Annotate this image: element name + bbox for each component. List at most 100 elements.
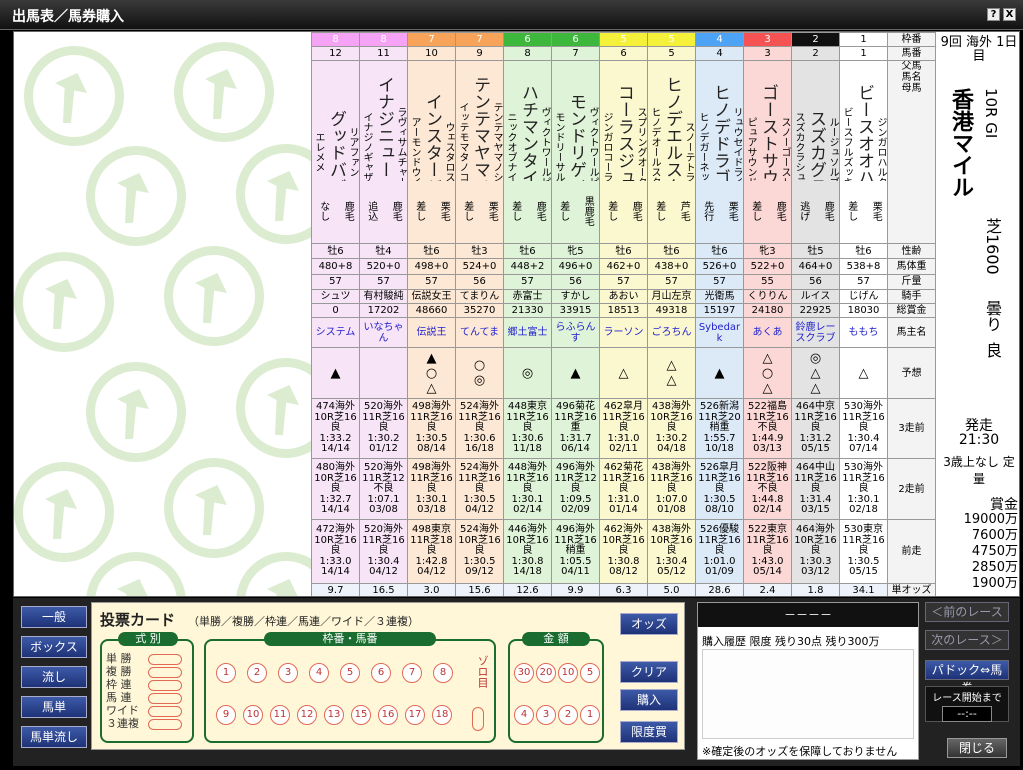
prediction-marks: ○ ◎: [473, 358, 486, 389]
number-header: 枠番・馬番: [264, 632, 436, 646]
bet-type-toggle[interactable]: [148, 654, 182, 665]
jockey-cell: シュツ: [311, 288, 360, 304]
close-button[interactable]: 閉じる: [947, 738, 1007, 758]
prev-race-button[interactable]: ＜前のレース: [925, 602, 1009, 622]
horse-number-button[interactable]: 10: [243, 705, 263, 725]
horse-number-button[interactable]: 8: [433, 663, 453, 683]
bet-mode-button-3[interactable]: 流し: [21, 666, 87, 688]
money-cell: 22925: [791, 302, 840, 318]
horse-number-button[interactable]: 17: [405, 705, 425, 725]
horse-number-button[interactable]: 13: [324, 705, 344, 725]
bet-type-toggle[interactable]: [148, 667, 182, 678]
running-style: 逃げ: [797, 201, 809, 222]
amount-button[interactable]: 1: [580, 705, 600, 725]
horse-number-button[interactable]: 11: [270, 705, 290, 725]
money-cell: 24180: [743, 302, 792, 318]
horse-number-button[interactable]: 9: [216, 705, 236, 725]
money-cell: 35270: [455, 302, 504, 318]
owner-cell: てんてま: [455, 316, 504, 349]
kin-cell: 57: [839, 273, 888, 290]
close-window-button[interactable]: X: [1003, 8, 1016, 21]
past-race-result: 462菊花 11R芝16 良 1:31.0 01/14: [602, 462, 645, 516]
start-time: 21:30: [958, 432, 1000, 448]
bet-type-toggle[interactable]: [148, 719, 182, 730]
past-race-result: 496海外 11R芝12 良 1:09.5 02/09: [554, 462, 597, 516]
past-race-result: 498海外 11R芝16 良 1:30.1 03/18: [410, 462, 453, 516]
bet-type-toggle[interactable]: [148, 680, 182, 691]
sex-cell: 牡5: [791, 243, 840, 260]
horse-number-button[interactable]: 6: [371, 663, 391, 683]
row-header: 単オッズ: [887, 582, 936, 596]
owner-cell: 郷土富士: [503, 316, 552, 349]
sex-cell: 牝3: [743, 243, 792, 260]
horse-number-button[interactable]: 2: [247, 663, 267, 683]
sex-cell: 牡6: [599, 243, 648, 260]
past-race-cell: 522東京 11R芝16 良 1:43.0 05/14: [743, 519, 792, 584]
bet-type-toggle[interactable]: [148, 693, 182, 704]
row-header: 2走前: [887, 458, 936, 521]
paddock-toggle-button[interactable]: パドック⇔馬券: [925, 660, 1009, 695]
prediction-marks: ▲: [570, 365, 581, 381]
action-button-3[interactable]: 購入: [620, 689, 678, 711]
jockey-cell: くりりん: [743, 288, 792, 304]
weight-cell: 462+0: [599, 258, 648, 275]
style-coat: 芦毛 差し: [648, 181, 695, 242]
bet-mode-button-4[interactable]: 馬単: [21, 696, 87, 718]
horse-logo-icon: [86, 146, 186, 246]
past-race-result: 474海外 10R芝16 良 1:33.2 14/14: [314, 401, 357, 455]
horse-number-button[interactable]: 1: [216, 663, 236, 683]
amount-button[interactable]: 4: [514, 705, 534, 725]
horse-number-button[interactable]: 7: [402, 663, 422, 683]
money-cell: 49318: [647, 302, 696, 318]
horse-logo-icon: [164, 246, 264, 346]
amount-button[interactable]: 2: [558, 705, 578, 725]
horse-logo-icon: [86, 552, 186, 596]
action-button-2[interactable]: クリア: [620, 661, 678, 683]
amount-button[interactable]: 30: [514, 663, 534, 683]
coat-color: 鹿毛: [390, 201, 402, 222]
waku-cell: 4: [695, 32, 744, 48]
weight-cell: 538+8: [839, 258, 888, 275]
amount-button[interactable]: 5: [580, 663, 600, 683]
past-race-cell: 448東京 11R芝16 良 1:30.6 11/18: [503, 397, 552, 460]
horse-number-button[interactable]: 5: [340, 663, 360, 683]
next-race-button[interactable]: 次のレース＞: [925, 630, 1009, 650]
past-race-cell: 474海外 10R芝16 良 1:33.2 14/14: [311, 397, 360, 460]
bet-mode-button-1[interactable]: 一般: [21, 606, 87, 628]
horse-names-cell: スノーゴースト ゴーストサウンド ピュアサウンド 鹿毛 差し: [743, 60, 792, 245]
prize-label: 賞金: [990, 497, 1018, 513]
horse-number-button[interactable]: 3: [278, 663, 298, 683]
horse-number-cell: 12: [311, 46, 360, 62]
horse-number-button[interactable]: 15: [351, 705, 371, 725]
amount-button[interactable]: 10: [558, 663, 578, 683]
zoro-toggle[interactable]: [472, 707, 484, 731]
past-race-cell: 462海外 10R芝16 良 1:30.8 08/12: [599, 519, 648, 584]
horse-number-button[interactable]: 18: [432, 705, 452, 725]
waku-cell: 7: [407, 32, 456, 48]
owner-name: あくあ: [752, 327, 783, 339]
bet-mode-button-5[interactable]: 馬単流し: [21, 726, 87, 748]
help-button[interactable]: ?: [987, 8, 1000, 21]
horse-names-cell: リアファン グッドババ エレメメ 鹿毛 なし: [311, 60, 360, 245]
horse-number-button[interactable]: 16: [378, 705, 398, 725]
bet-mode-button-2[interactable]: ボックス: [21, 636, 87, 658]
running-style: 差し: [653, 201, 665, 222]
amount-button[interactable]: 20: [536, 663, 556, 683]
prize-1: 19000万: [963, 512, 1018, 527]
row-header: 斤量: [887, 273, 936, 290]
past-race-cell: 520海外 11R芝12 不良 1:07.1 03/08: [359, 458, 408, 521]
horse-logo-icon: [14, 252, 114, 352]
past-race-cell: 472海外 10R芝16 良 1:33.0 14/14: [311, 519, 360, 584]
action-button-4[interactable]: 限度買: [620, 721, 678, 743]
jockey-cell: てまりん: [455, 288, 504, 304]
action-button-1[interactable]: オッズ: [620, 613, 678, 635]
money-cell: 18513: [599, 302, 648, 318]
amount-button[interactable]: 3: [536, 705, 556, 725]
row-header: 騎手: [887, 288, 936, 304]
horse-number-button[interactable]: 12: [297, 705, 317, 725]
history-list[interactable]: [702, 649, 914, 739]
bet-type-toggle[interactable]: [148, 706, 182, 717]
past-race-result: 526新潟 11R芝20 稍重 1:55.7 10/18: [698, 401, 741, 455]
odds-cell: 16.5: [359, 582, 408, 596]
horse-number-button[interactable]: 4: [309, 663, 329, 683]
